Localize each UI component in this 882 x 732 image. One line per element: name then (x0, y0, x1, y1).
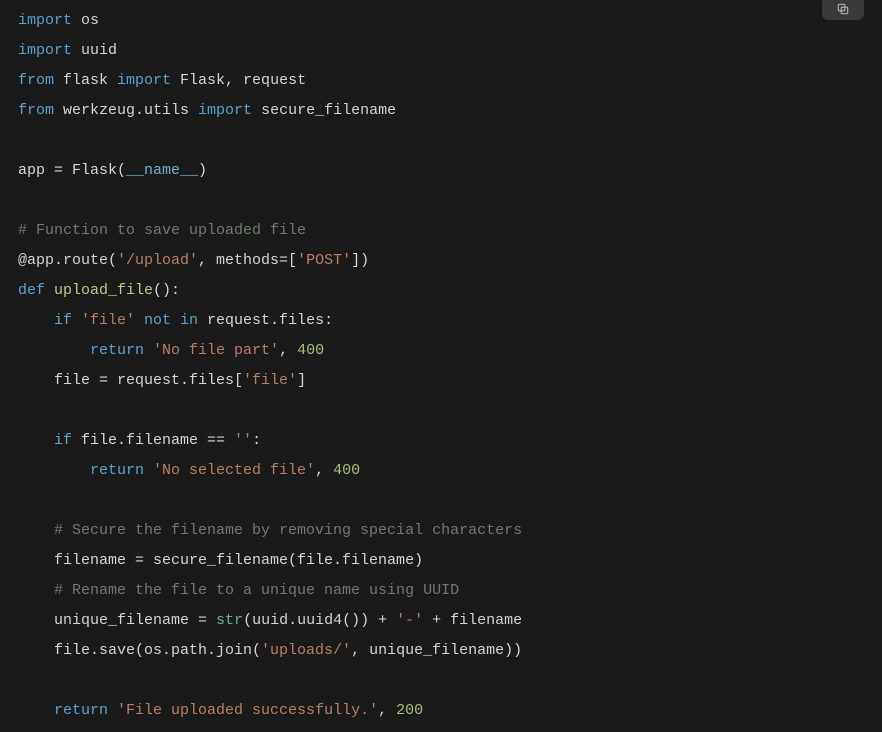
copy-button[interactable] (822, 0, 864, 20)
comment: # Function to save uploaded file (18, 222, 306, 239)
copy-icon (836, 2, 850, 16)
code-block: import os import uuid from flask import … (0, 0, 882, 732)
code-line: app = Flask(__name__) (18, 162, 207, 179)
keyword: import (18, 12, 72, 29)
